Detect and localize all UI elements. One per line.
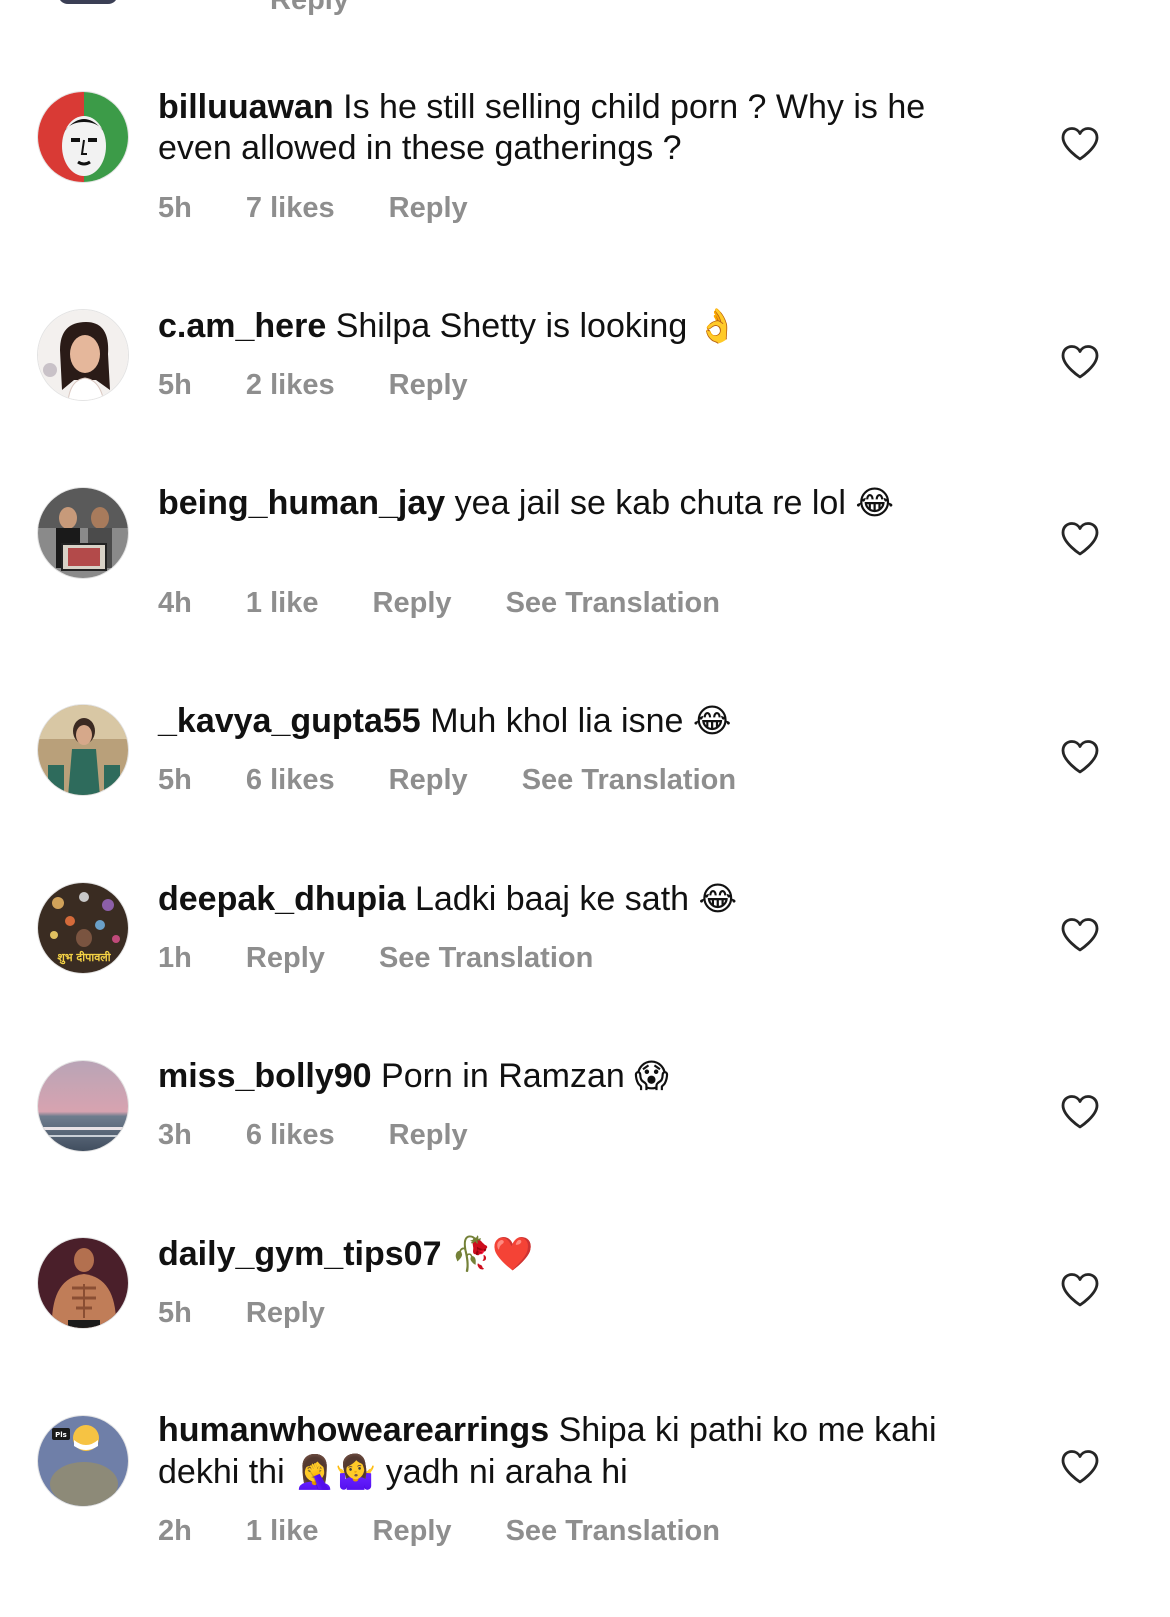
comment-body: Porn in Ramzan — [381, 1057, 625, 1095]
reply-button[interactable]: Reply — [373, 1515, 452, 1548]
comment-meta: 4h 1 like Reply See Translation — [158, 587, 766, 620]
comment-time[interactable]: 4h — [158, 587, 192, 620]
comment-text: miss_bolly90 Porn in Ramzan 😱 — [158, 1055, 1003, 1097]
heart-outline-icon[interactable] — [1060, 126, 1100, 162]
reply-button[interactable]: Reply — [246, 1297, 325, 1330]
comment-likes[interactable]: 7 likes — [246, 192, 335, 225]
comment-text: deepak_dhupia Ladki baaj ke sath 😂 — [158, 878, 1003, 920]
comment-text: billuuawan Is he still selling child por… — [158, 87, 1003, 169]
comment-likes[interactable]: 6 likes — [246, 764, 335, 797]
comment-likes[interactable]: 2 likes — [246, 369, 335, 402]
comment-username[interactable]: daily_gym_tips07 — [158, 1235, 441, 1273]
comment-likes[interactable]: 1 like — [246, 587, 319, 620]
reply-button[interactable]: Reply — [246, 942, 325, 975]
comment-username[interactable]: being_human_jay — [158, 484, 445, 522]
comment-text: being_human_jay yea jail se kab chuta re… — [158, 482, 1003, 524]
comment-meta: 5h 7 likes Reply — [158, 192, 514, 225]
avatar[interactable] — [37, 91, 129, 183]
comment-text: c.am_here Shilpa Shetty is looking 👌 — [158, 305, 1003, 347]
comment-emoji: 🤦‍♀️🤷‍♀️ — [294, 1452, 377, 1491]
comment-emoji: 😂 — [692, 701, 732, 740]
reply-button[interactable]: Reply — [389, 1119, 468, 1152]
comment-time[interactable]: 5h — [158, 1297, 192, 1330]
heart-outline-icon[interactable] — [1060, 1272, 1100, 1308]
comment-likes[interactable]: 1 like — [246, 1515, 319, 1548]
comment-time[interactable]: 1h — [158, 942, 192, 975]
comment-meta: 3h 6 likes Reply — [158, 1119, 514, 1152]
reply-button[interactable]: Reply — [389, 764, 468, 797]
avatar[interactable]: Pls — [37, 1415, 129, 1507]
comment-text: daily_gym_tips07 🥀❤️ — [158, 1233, 1003, 1275]
avatar[interactable] — [37, 1060, 129, 1152]
comment-body: Shilpa Shetty is looking — [335, 307, 688, 345]
avatar-partial — [58, 0, 118, 4]
reply-button[interactable]: Reply — [373, 587, 452, 620]
comment-emoji: 😱 — [634, 1056, 669, 1095]
comment-body: Ladki baaj ke sath — [414, 880, 690, 918]
see-translation-button[interactable]: See Translation — [506, 587, 720, 620]
svg-text:Pls: Pls — [55, 1431, 67, 1439]
comment-emoji: 👌 — [696, 306, 738, 345]
comment-username[interactable]: deepak_dhupia — [158, 880, 406, 918]
avatar[interactable] — [37, 704, 129, 796]
comment-meta: 5h Reply — [158, 1297, 371, 1330]
comment-meta: 2h 1 like Reply See Translation — [158, 1515, 766, 1548]
comment-body-continued: yadh ni araha hi — [385, 1453, 628, 1491]
comment-text: _kavya_gupta55 Muh khol lia isne 😂 — [158, 700, 1003, 742]
heart-outline-icon[interactable] — [1060, 1094, 1100, 1130]
heart-outline-icon[interactable] — [1060, 521, 1100, 557]
comment-likes[interactable]: 6 likes — [246, 1119, 335, 1152]
comment-meta: 5h 6 likes Reply See Translation — [158, 764, 782, 797]
reply-button-partial[interactable]: Reply — [270, 0, 349, 17]
see-translation-button[interactable]: See Translation — [522, 764, 736, 797]
comment-meta: 1h Reply See Translation — [158, 942, 639, 975]
reply-button[interactable]: Reply — [389, 369, 468, 402]
heart-outline-icon[interactable] — [1060, 344, 1100, 380]
comment-emoji: 😂 — [855, 483, 894, 522]
see-translation-button[interactable]: See Translation — [506, 1515, 720, 1548]
comment-username[interactable]: billuuawan — [158, 88, 334, 126]
comment-time[interactable]: 5h — [158, 764, 192, 797]
comment-username[interactable]: c.am_here — [158, 307, 326, 345]
comment-emoji: 🥀❤️ — [450, 1234, 534, 1273]
comment-emoji: 😂 — [698, 879, 738, 918]
heart-outline-icon[interactable] — [1060, 1449, 1100, 1485]
comment-time[interactable]: 5h — [158, 192, 192, 225]
comment-username[interactable]: miss_bolly90 — [158, 1057, 372, 1095]
heart-outline-icon[interactable] — [1060, 917, 1100, 953]
comment-username[interactable]: humanwhowearearrings — [158, 1411, 549, 1449]
comment-time[interactable]: 5h — [158, 369, 192, 402]
comment-body: Muh khol lia isne — [430, 702, 684, 740]
avatar[interactable] — [37, 487, 129, 579]
reply-button[interactable]: Reply — [389, 192, 468, 225]
comment-body: yea jail se kab chuta re lol — [454, 484, 846, 522]
heart-outline-icon[interactable] — [1060, 739, 1100, 775]
comment-text: humanwhowearearrings Shipa ki pathi ko m… — [158, 1410, 1003, 1493]
see-translation-button[interactable]: See Translation — [379, 942, 593, 975]
comment-meta: 5h 2 likes Reply — [158, 369, 514, 402]
svg-text:शुभ दीपावली: शुभ दीपावली — [57, 950, 111, 965]
avatar[interactable] — [37, 1237, 129, 1329]
comment-time[interactable]: 3h — [158, 1119, 192, 1152]
avatar[interactable]: शुभ दीपावली — [37, 882, 129, 974]
avatar[interactable] — [37, 309, 129, 401]
comment-time[interactable]: 2h — [158, 1515, 192, 1548]
comment-username[interactable]: _kavya_gupta55 — [158, 702, 421, 740]
